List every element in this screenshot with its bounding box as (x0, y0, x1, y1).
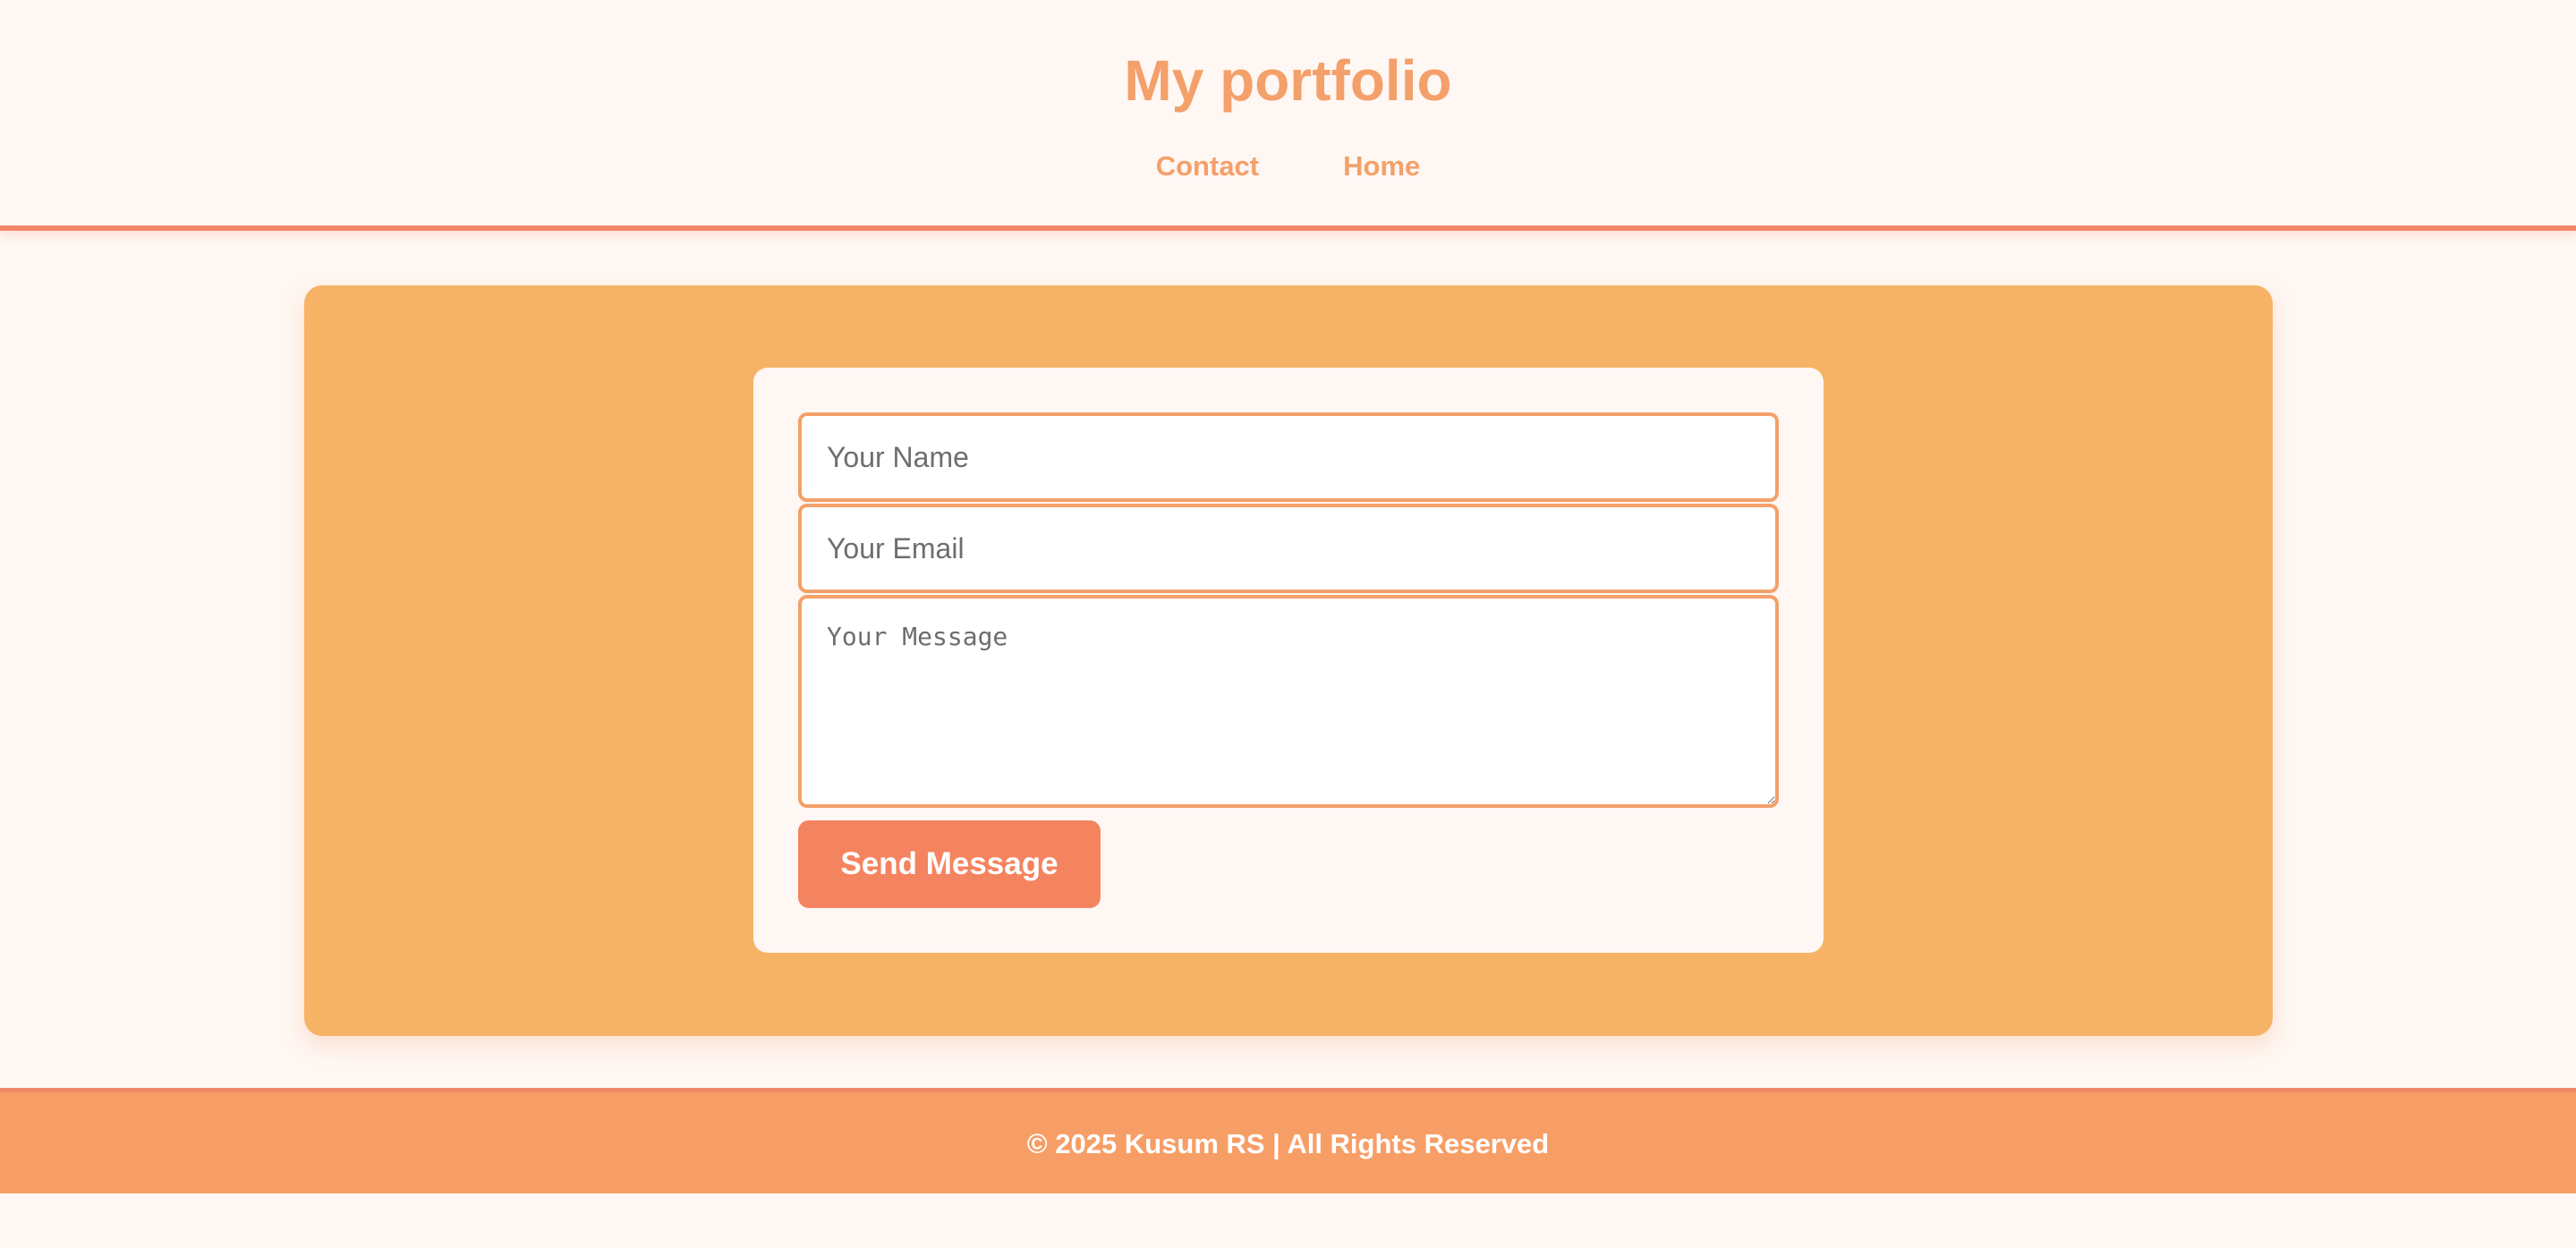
message-textarea[interactable] (798, 595, 1779, 808)
main-nav: Contact Home (0, 147, 2576, 186)
send-message-button[interactable]: Send Message (798, 820, 1101, 908)
site-footer: © 2025 Kusum RS | All Rights Reserved (0, 1088, 2576, 1193)
contact-form: Send Message (753, 368, 1824, 953)
name-input[interactable] (798, 412, 1779, 502)
email-input[interactable] (798, 504, 1779, 593)
contact-section: Send Message (304, 285, 2273, 1036)
copyright-text: © 2025 Kusum RS | All Rights Reserved (1026, 1128, 1550, 1159)
site-header: My portfolio Contact Home (0, 0, 2576, 231)
site-title: My portfolio (1124, 48, 1452, 113)
nav-link-contact[interactable]: Contact (1156, 147, 1259, 186)
nav-link-home[interactable]: Home (1343, 147, 1420, 186)
